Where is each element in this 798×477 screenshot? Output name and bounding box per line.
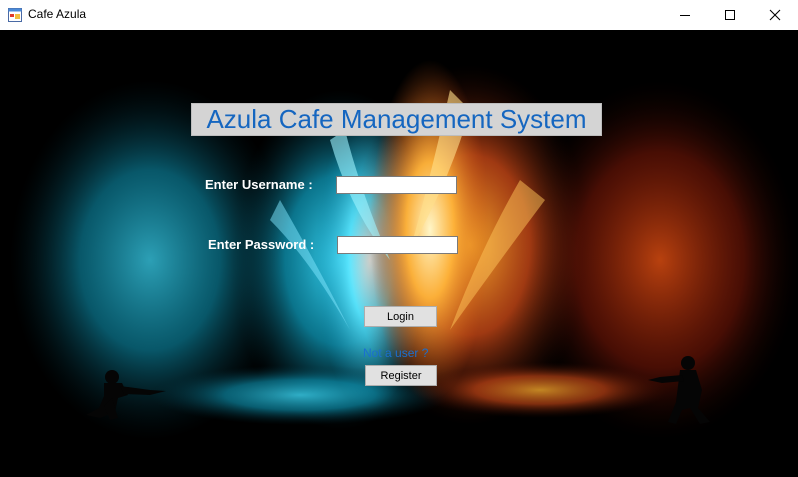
minimize-button[interactable] (662, 0, 708, 30)
window-title: Cafe Azula (28, 7, 87, 21)
username-input[interactable] (336, 176, 457, 194)
username-label: Enter Username : (205, 177, 313, 192)
app-form-icon (8, 8, 22, 22)
maximize-icon (725, 10, 735, 20)
close-button[interactable] (752, 0, 798, 30)
window-title-bar: Cafe Azula (0, 0, 798, 30)
close-icon (769, 9, 781, 21)
password-input[interactable] (337, 236, 458, 254)
login-form: Azula Cafe Management System Enter Usern… (0, 30, 798, 477)
not-a-user-label: Not a user ? (363, 346, 429, 360)
page-title: Azula Cafe Management System (191, 103, 602, 136)
maximize-button[interactable] (707, 0, 753, 30)
register-button[interactable]: Register (365, 365, 437, 386)
minimize-icon (680, 15, 690, 16)
login-button[interactable]: Login (364, 306, 437, 327)
password-label: Enter Password : (208, 237, 315, 252)
